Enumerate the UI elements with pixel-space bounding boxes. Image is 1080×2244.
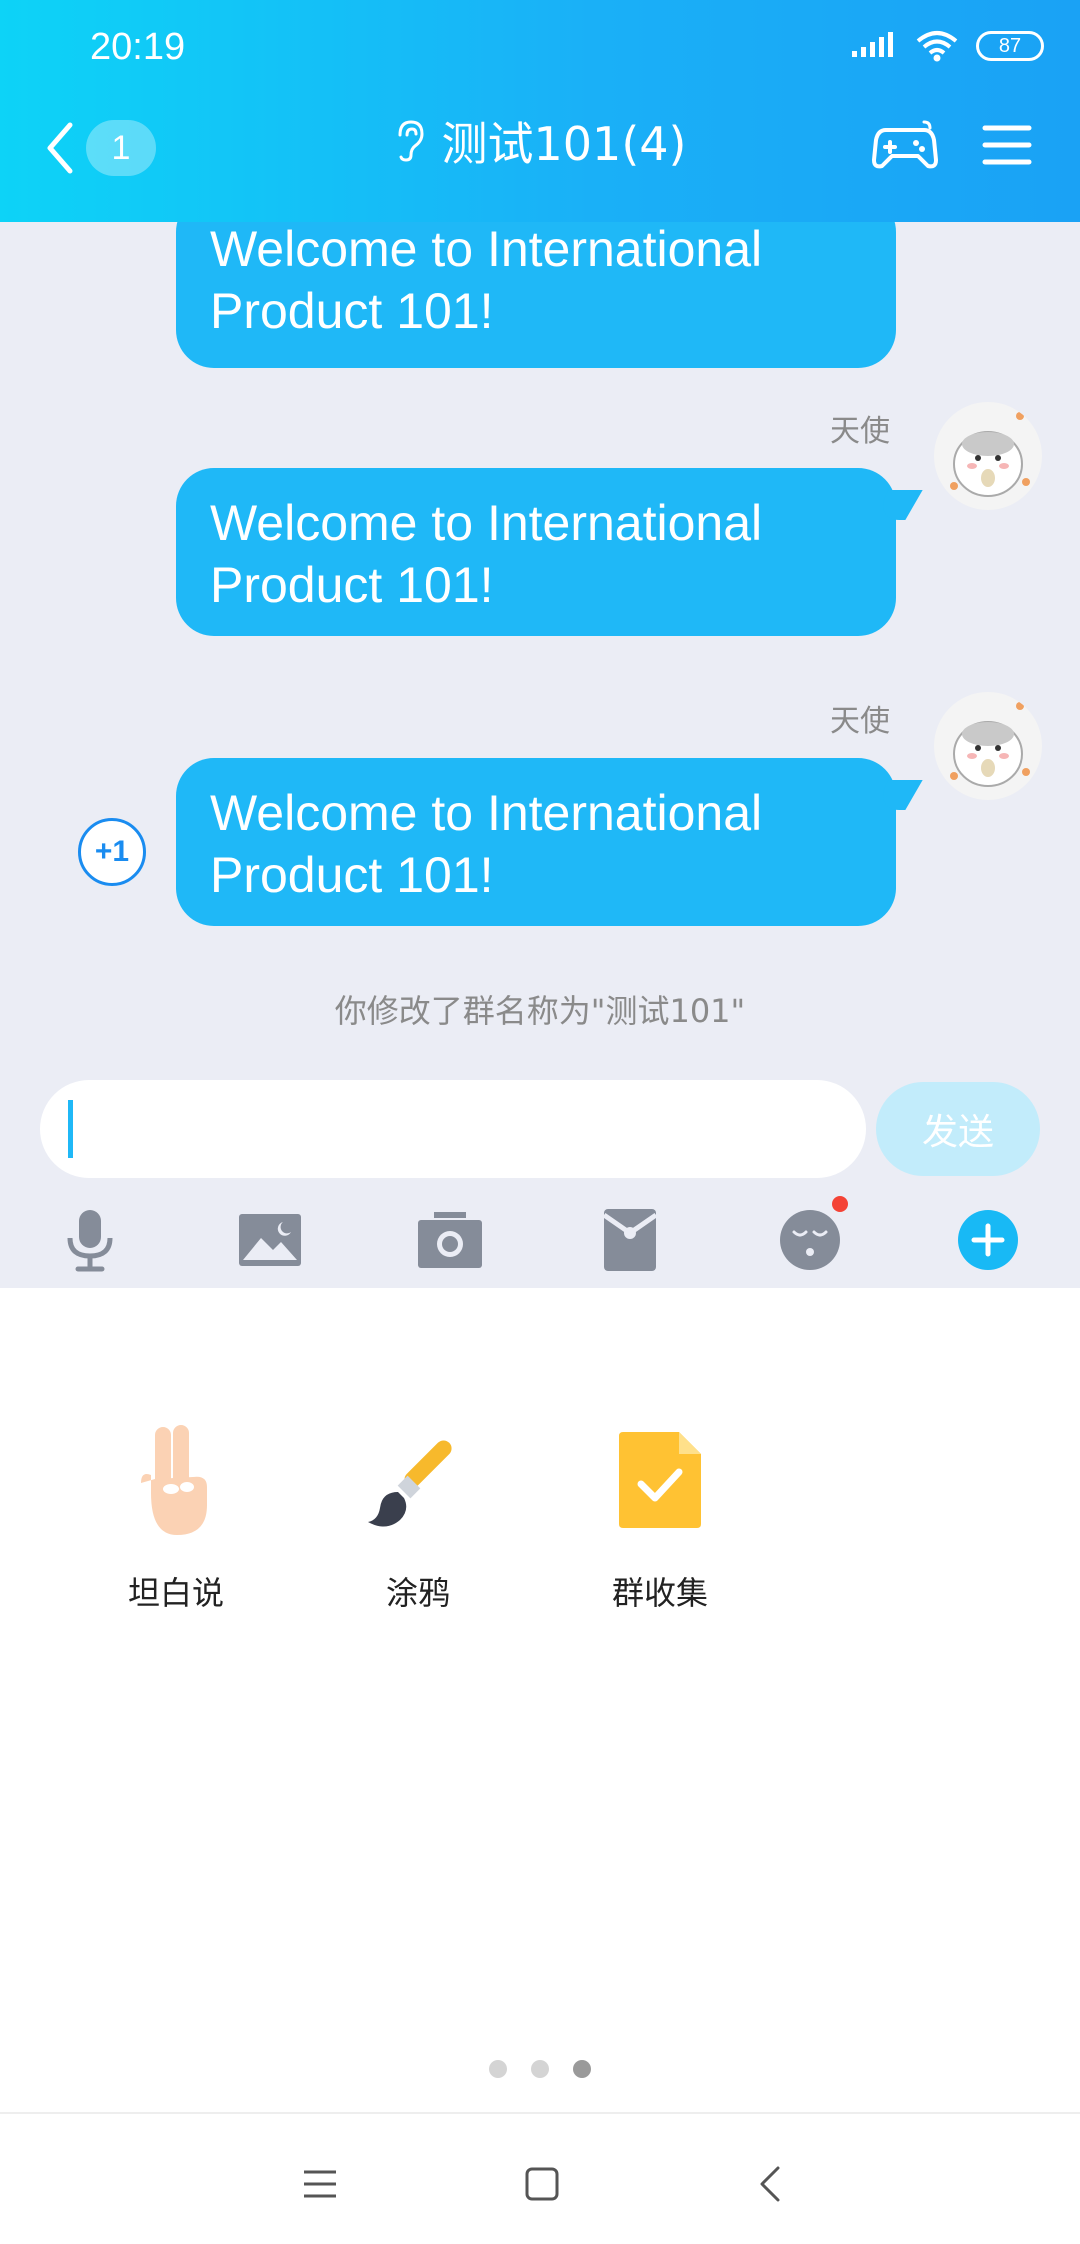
plus-one-button[interactable]: +1 (78, 818, 146, 886)
red-packet-button[interactable] (590, 1200, 670, 1280)
apps-panel: 坦白说 涂鸦 群收集 (0, 1288, 1080, 2112)
voice-button[interactable] (50, 1200, 130, 1280)
hamster-avatar-icon (950, 702, 1030, 787)
message-bubble[interactable]: Welcome to International Product 101! (176, 468, 923, 636)
home-button[interactable] (512, 2154, 572, 2214)
battery-indicator: 87 (976, 31, 1044, 61)
message-list[interactable]: Welcome to International Product 101! 天使… (0, 222, 1080, 1052)
chevron-left-icon (760, 2166, 780, 2202)
chat-header: 20:19 87 1 测试101(4) (0, 0, 1080, 222)
menu-button[interactable] (982, 123, 1032, 171)
red-packet-icon (604, 1209, 656, 1271)
message-text: Welcome to International Product 101! (210, 495, 763, 613)
wifi-icon (916, 31, 958, 62)
avatar[interactable] (934, 402, 1042, 510)
signal-icon (852, 32, 893, 57)
message-text: Welcome to International Product 101! (210, 785, 763, 903)
plus-icon (958, 1210, 1018, 1270)
status-time: 20:19 (90, 26, 186, 68)
more-button[interactable] (948, 1200, 1028, 1280)
message-bubble[interactable]: Welcome to International Product 101! (176, 222, 896, 368)
chat-title[interactable]: 测试101(4) (442, 108, 687, 174)
text-caret (68, 1100, 73, 1158)
app-qunshouji[interactable]: 群收集 (560, 1420, 760, 1614)
game-button[interactable] (872, 118, 938, 176)
checked-document-icon (605, 1420, 715, 1540)
avatar[interactable] (934, 692, 1042, 800)
app-label: 坦白说 (127, 1574, 224, 1612)
app-label: 群收集 (611, 1574, 708, 1612)
hamster-avatar-icon (950, 412, 1030, 497)
recents-button[interactable] (290, 2154, 350, 2214)
square-icon (525, 2167, 559, 2201)
app-label: 涂鸦 (385, 1574, 450, 1612)
image-icon (239, 1214, 301, 1266)
menu-lines-icon (304, 2170, 336, 2198)
input-bar: 发送 (0, 1052, 1080, 1288)
app-tanbaishuo[interactable]: 坦白说 (76, 1420, 276, 1614)
message-text: Welcome to International Product 101! (210, 222, 763, 339)
emoji-button[interactable] (770, 1196, 850, 1280)
photo-button[interactable] (230, 1200, 310, 1280)
sender-name: 天使 (830, 414, 890, 449)
hand-icon (121, 1420, 231, 1540)
app-tuya[interactable]: 涂鸦 (318, 1420, 518, 1614)
gamepad-icon (872, 120, 938, 169)
message-input[interactable] (40, 1080, 866, 1178)
system-nav-bar (0, 2112, 1080, 2244)
camera-icon (418, 1212, 482, 1268)
page-indicator (0, 2060, 1080, 2078)
page-dot[interactable] (531, 2060, 549, 2078)
page-dot[interactable] (489, 2060, 507, 2078)
system-back-button[interactable] (740, 2154, 800, 2214)
system-message: 你修改了群名称为"测试101" (334, 992, 746, 1030)
paintbrush-icon (363, 1420, 473, 1540)
notification-dot (832, 1196, 848, 1212)
input-toolbar (0, 1196, 1080, 1280)
sender-name: 天使 (830, 704, 890, 739)
status-icons: 87 (852, 30, 1044, 62)
page-dot-active[interactable] (573, 2060, 591, 2078)
send-button[interactable]: 发送 (876, 1082, 1040, 1176)
header-actions (872, 118, 1032, 176)
hamburger-menu-icon (982, 125, 1032, 165)
emoji-icon (780, 1210, 840, 1270)
ear-icon (398, 120, 424, 162)
camera-button[interactable] (410, 1200, 490, 1280)
message-bubble[interactable]: Welcome to International Product 101! (176, 758, 923, 926)
microphone-icon (67, 1210, 113, 1272)
